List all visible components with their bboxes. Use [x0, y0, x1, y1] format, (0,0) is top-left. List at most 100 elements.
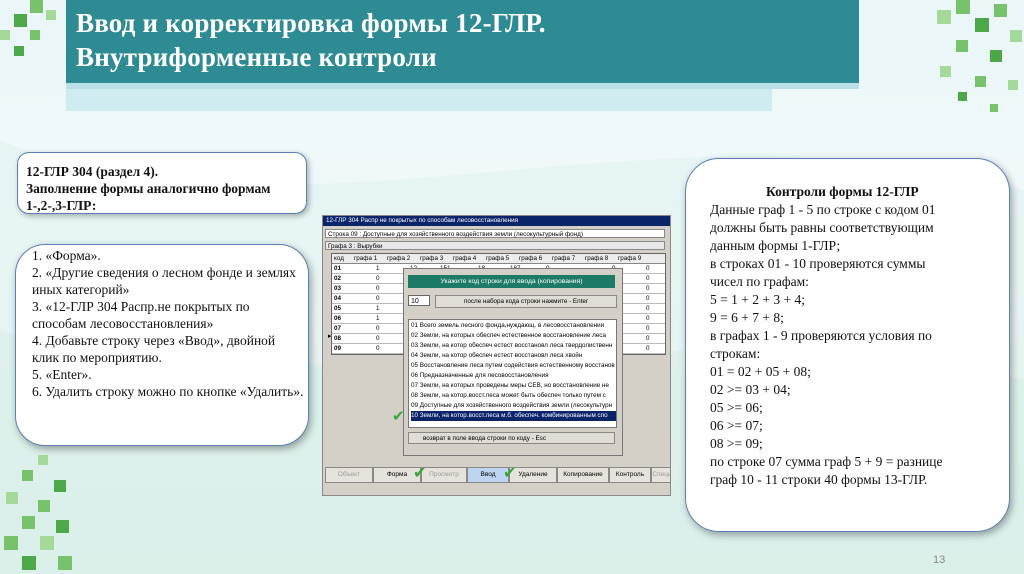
row-list[interactable]: 01 Всего земель лесного фонда,нуждающ. в…	[408, 319, 617, 428]
row-code-dialog: Укажите код строки для ввода (копировани…	[392, 268, 623, 456]
cell: 0	[376, 345, 380, 352]
cell: 0	[646, 345, 650, 352]
row-code: 01	[334, 265, 342, 272]
column-header: графа 5	[486, 255, 510, 262]
cell: 1	[376, 315, 380, 322]
form-info-box: 12-ГЛР 304 (раздел 4). Заполнение формы …	[17, 152, 307, 214]
special-button[interactable]: Специ	[651, 467, 670, 483]
controls-line: чисел по графам:	[710, 274, 809, 289]
controls-line: 06 >= 07;	[710, 418, 763, 433]
column-header: графа 3	[420, 255, 444, 262]
controls-line: 08 >= 09;	[710, 436, 763, 451]
dialog-title: Укажите код строки для ввода (копировани…	[408, 275, 615, 288]
check-icon: ✔	[503, 463, 517, 482]
list-item[interactable]: 03 Земли, на котор обеспеч естест восста…	[411, 341, 616, 351]
cell: 0	[376, 285, 380, 292]
control-button[interactable]: Контроль	[609, 467, 651, 483]
cell: 1	[376, 305, 380, 312]
controls-line: 05 >= 06;	[710, 400, 763, 415]
controls-line: должны быть равны соответствующим	[710, 220, 934, 235]
step-item: 4. Добавьте строку через «Ввод», двойной…	[32, 333, 276, 365]
controls-line: в графах 1 - 9 проверяются условия по	[710, 328, 932, 343]
column-header: код	[334, 255, 344, 262]
column-header: графа 9	[618, 255, 642, 262]
list-item[interactable]: 06 Предназначенные для лесовосстановлени…	[411, 371, 616, 381]
controls-line: в строках 01 - 10 проверяются суммы	[710, 256, 926, 271]
cell: 0	[646, 295, 650, 302]
object-button[interactable]: Объект	[325, 467, 373, 483]
row-code-input[interactable]: 10	[408, 295, 430, 306]
controls-line: 02 >= 03 + 04;	[710, 382, 791, 397]
row-code: 04	[334, 295, 342, 302]
step-item: 5. «Enter».	[32, 367, 92, 382]
step-item: 2. «Другие сведения о лесном фонде и зем…	[32, 265, 296, 297]
app-screenshot: 12-ГЛР 304 Распр не покрытых по способам…	[322, 215, 671, 496]
column-header: графа 8	[585, 255, 609, 262]
list-item[interactable]: 01 Всего земель лесного фонда,нуждающ. в…	[411, 321, 616, 331]
row-code: 05	[334, 305, 342, 312]
controls-line: 01 = 02 + 05 + 08;	[710, 364, 811, 379]
page-number: 13	[933, 554, 946, 566]
form-info-line3: 1-,2-,3-ГЛР:	[26, 198, 97, 213]
row-pointer-icon: ▸	[328, 333, 332, 340]
controls-box: Контроли формы 12-ГЛР Данные граф 1 - 5 …	[685, 158, 1010, 532]
controls-line: строкам:	[710, 346, 761, 361]
enter-hint-button[interactable]: после набора кода строки нажмите - Enter	[435, 295, 617, 308]
form-info-line1: 12-ГЛР 304 (раздел 4).	[26, 164, 159, 179]
column-header: графа 4	[453, 255, 477, 262]
cell: 0	[376, 325, 380, 332]
column-header: графа 7	[552, 255, 576, 262]
cell: 0	[376, 295, 380, 302]
controls-line: 5 = 1 + 2 + 3 + 4;	[710, 292, 805, 307]
row-code: 07	[334, 325, 342, 332]
controls-heading: Контроли формы 12-ГЛР	[766, 184, 919, 199]
list-item[interactable]: 08 Земли, на котор.восст.леса может быть…	[411, 391, 616, 401]
check-icon: ✔	[413, 463, 427, 482]
step-item: 6. Удалить строку можно по кнопке «Удали…	[32, 384, 304, 399]
cell: 1	[376, 265, 380, 272]
list-item[interactable]: 07 Земли, на которых проведены меры СЕВ,…	[411, 381, 616, 391]
cell: 0	[646, 305, 650, 312]
steps-box: 1. «Форма». 2. «Другие сведения о лесном…	[15, 244, 309, 446]
app-title-bar: 12-ГЛР 304 Распр не покрытых по способам…	[323, 216, 670, 226]
copy-button[interactable]: Копирование	[557, 467, 609, 483]
column-header: графа 2	[387, 255, 411, 262]
column-header: графа 1	[354, 255, 378, 262]
column-header: графа 6	[519, 255, 543, 262]
page-title-line1: Ввод и корректировка формы 12-ГЛР.	[76, 8, 546, 38]
form-info-line2: Заполнение формы аналогично формам	[26, 181, 271, 196]
controls-line: граф 10 - 11 строки 40 формы 13-ГЛР.	[710, 472, 928, 487]
page-title-line2: Внутриформенные контроли	[76, 42, 437, 72]
title-bar: Ввод и корректировка формы 12-ГЛР. Внутр…	[66, 0, 859, 83]
cell: 0	[646, 325, 650, 332]
check-icon: ✔	[392, 407, 405, 425]
esc-back-button[interactable]: возврат в поле ввода строки по коду - Es…	[408, 432, 615, 444]
grid-header: код графа 1 графа 2 графа 3 графа 4 граф…	[332, 254, 665, 264]
step-item: 1. «Форма».	[32, 248, 101, 263]
step-item: 3. «12-ГЛР 304 Распр.не покрытых по спос…	[32, 299, 250, 331]
cell: 0	[646, 285, 650, 292]
row-code: 08	[334, 335, 342, 342]
button-bar: Объект Форма Просмотр Ввод Удаление Копи…	[323, 463, 670, 483]
controls-line: 9 = 6 + 7 + 8;	[710, 310, 784, 325]
list-item[interactable]: 04 Земли, на котор обеспеч естест восста…	[411, 351, 616, 361]
list-item[interactable]: 05 Восстановление леса путем содействия …	[411, 361, 616, 371]
column-info-field: Графа 3 : Вырубки	[325, 241, 665, 250]
list-item[interactable]: 09 Доступные для хозяйственного воздейст…	[411, 401, 616, 411]
controls-line: Данные граф 1 - 5 по строке с кодом 01	[710, 202, 936, 217]
controls-line: данным формы 1-ГЛР;	[710, 238, 841, 253]
row-code: 09	[334, 345, 342, 352]
list-item-selected[interactable]: 10 Земли, на котор.восст.леса м.б. обесп…	[411, 411, 616, 421]
list-item[interactable]: 02 Земли, на которых обеспеч естественно…	[411, 331, 616, 341]
cell: 0	[376, 275, 380, 282]
row-info-field: Строка 09 : Доступные для хозяйственного…	[325, 229, 665, 238]
row-code: 06	[334, 315, 342, 322]
controls-line: по строке 07 сумма граф 5 + 9 = разнице	[710, 454, 943, 469]
preview-button[interactable]: Просмотр	[421, 467, 467, 483]
cell: 0	[646, 335, 650, 342]
cell: 0	[646, 315, 650, 322]
row-code: 03	[334, 285, 342, 292]
cell: 0	[376, 335, 380, 342]
cell: 0	[646, 275, 650, 282]
cell: 0	[646, 265, 650, 272]
